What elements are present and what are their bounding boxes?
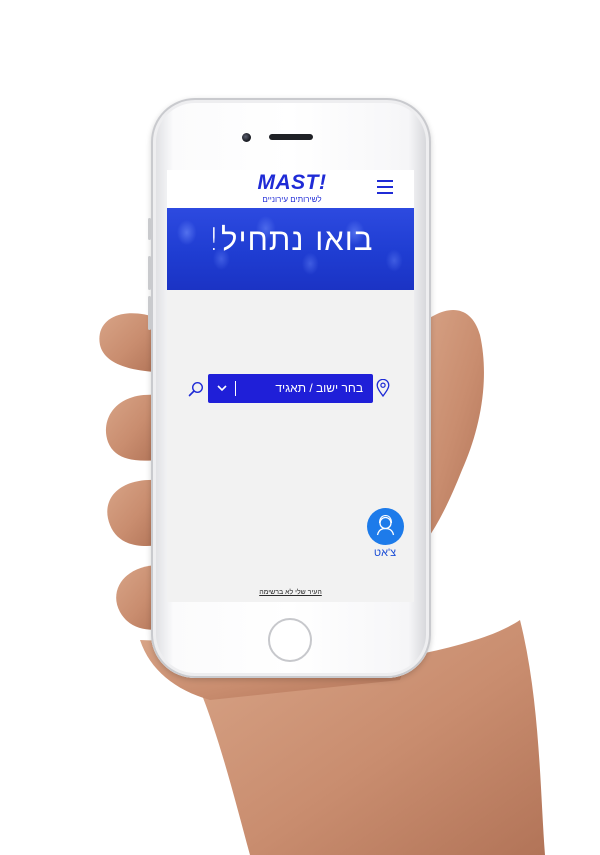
chevron-down-icon — [217, 385, 227, 392]
hero-title: בואו נתחיל! — [207, 222, 374, 258]
home-button[interactable] — [268, 618, 312, 662]
city-not-listed-link[interactable]: העיר שלי לא ברשימה — [167, 589, 414, 596]
phone-screen: MAST! לשירותים עירוניים בואו נתחיל! בחר … — [167, 170, 414, 602]
earpiece-speaker — [269, 134, 313, 140]
city-select-value: בחר ישוב / תאגיד — [275, 381, 363, 395]
map-pin-icon — [376, 379, 390, 397]
phone-device: MAST! לשירותים עירוניים בואו נתחיל! בחר … — [148, 98, 431, 678]
logo-subtitle: לשירותים עירוניים — [262, 195, 322, 204]
hamburger-menu-icon[interactable] — [377, 180, 393, 194]
chat-label[interactable]: צ'אט — [365, 547, 405, 559]
select-divider — [235, 381, 236, 396]
front-camera — [242, 133, 251, 142]
search-icon[interactable] — [188, 381, 204, 397]
hero-banner: בואו נתחיל! — [167, 208, 414, 290]
city-select[interactable]: בחר ישוב / תאגיד — [208, 374, 373, 403]
chat-button[interactable] — [367, 508, 404, 545]
agent-avatar-icon — [376, 515, 395, 536]
logo-title[interactable]: MAST! — [249, 171, 335, 195]
app-header: MAST! לשירותים עירוניים — [167, 170, 414, 208]
